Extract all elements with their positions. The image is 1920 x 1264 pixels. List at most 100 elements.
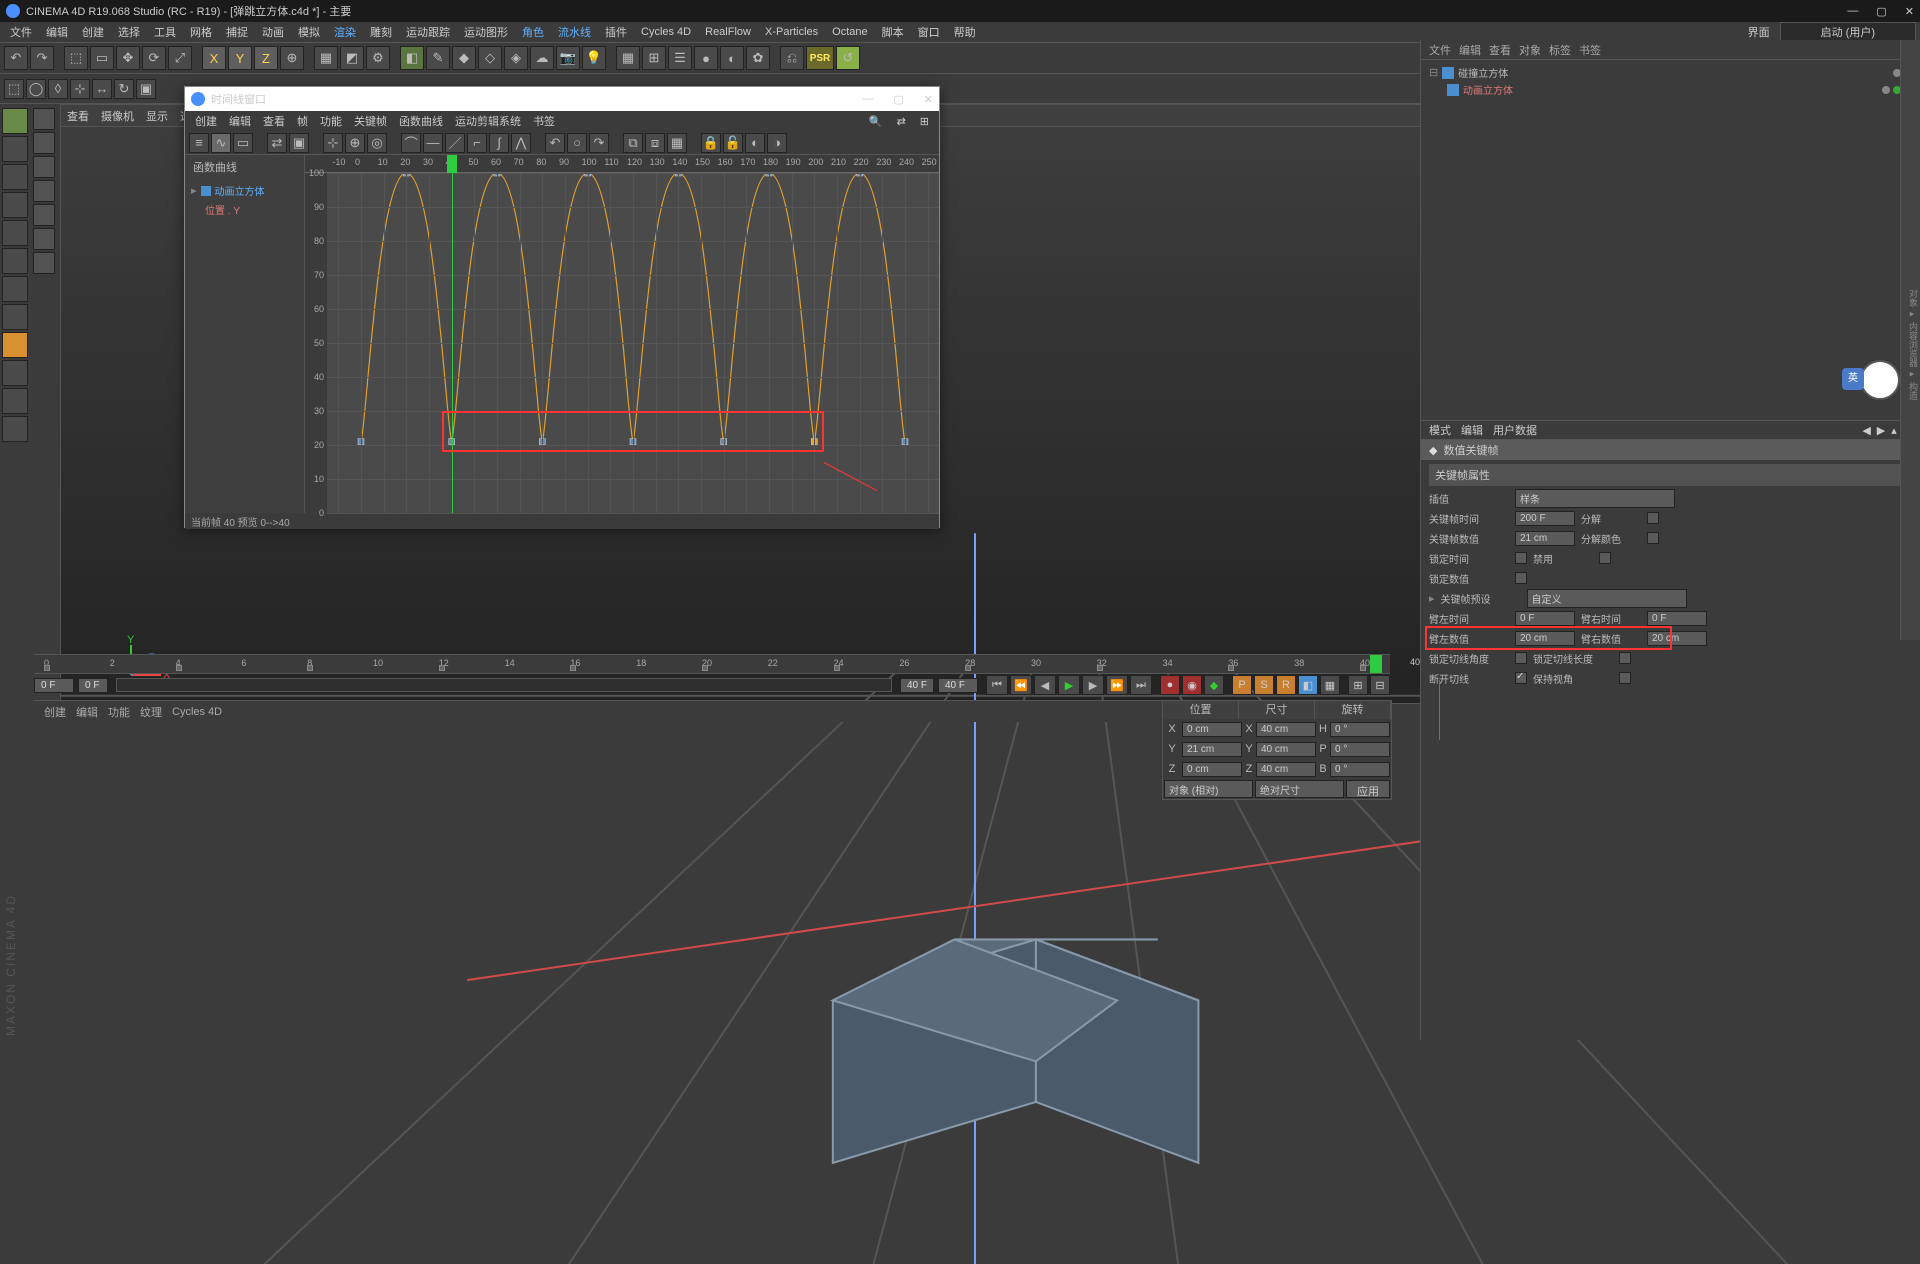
- undo-button[interactable]: ↶: [4, 46, 28, 70]
- vp-menu-display[interactable]: 显示: [146, 108, 168, 124]
- render-pv-button[interactable]: ◩: [340, 46, 364, 70]
- model-mode-button[interactable]: [2, 136, 28, 162]
- menu-13[interactable]: 角色: [516, 22, 550, 42]
- material-tab[interactable]: Cycles 4D: [172, 706, 222, 718]
- edge-mode-button[interactable]: [2, 248, 28, 274]
- attr-section-header[interactable]: 关键帧属性: [1429, 464, 1912, 486]
- coord-size-select[interactable]: 绝对尺寸: [1255, 780, 1344, 798]
- autokey-button[interactable]: ◉: [1182, 675, 1202, 695]
- sel-rot-button[interactable]: ↻: [114, 79, 134, 99]
- texture-mode-button[interactable]: [2, 164, 28, 190]
- prev-key-button[interactable]: ⏪: [1010, 675, 1032, 695]
- obj-menu-item[interactable]: 文件: [1429, 42, 1451, 58]
- floating-badge-icon[interactable]: [1860, 360, 1900, 400]
- sculpt-button[interactable]: ✿: [746, 46, 770, 70]
- char-button[interactable]: ☰: [668, 46, 692, 70]
- lasso-tool[interactable]: [33, 156, 55, 178]
- obj-menu-item[interactable]: 查看: [1489, 42, 1511, 58]
- sel-convert-button[interactable]: ▣: [136, 79, 156, 99]
- minimize-button[interactable]: —: [1847, 5, 1858, 18]
- attr-checkbox[interactable]: [1515, 652, 1527, 664]
- tl-frame-all-button[interactable]: ⊹: [323, 133, 343, 153]
- attr-nav-up[interactable]: ▴: [1891, 424, 1897, 437]
- scale-tool[interactable]: [33, 204, 55, 226]
- menu-14[interactable]: 流水线: [552, 22, 597, 42]
- tl-menu-item[interactable]: 创建: [191, 112, 221, 130]
- object-tree[interactable]: ⊟碰撞立方体动画立方体: [1421, 60, 1920, 420]
- scene-button[interactable]: ▦: [616, 46, 640, 70]
- select-live-button[interactable]: ⬚: [64, 46, 88, 70]
- coord-apply-button[interactable]: 应用: [1346, 780, 1390, 798]
- tl-mute-button[interactable]: ◐: [745, 133, 765, 153]
- tl-snap2-button[interactable]: ⧈: [645, 133, 665, 153]
- coord-size[interactable]: 40 cm: [1256, 742, 1316, 757]
- menu-6[interactable]: 捕捉: [220, 22, 254, 42]
- tl-opt-icon[interactable]: ⇄: [893, 114, 910, 129]
- timeline-window-header[interactable]: 时间线窗口 — ▢ ✕: [185, 87, 939, 111]
- render-view-button[interactable]: ▦: [314, 46, 338, 70]
- tl-solo-button[interactable]: ◑: [767, 133, 787, 153]
- psr-button[interactable]: PSR: [806, 46, 834, 70]
- attr-field[interactable]: 200 F: [1515, 511, 1575, 526]
- menu-21[interactable]: 窗口: [912, 22, 946, 42]
- tl-menu-item[interactable]: 关键帧: [350, 112, 391, 130]
- tl-opt2-button[interactable]: ⊟: [1370, 675, 1390, 695]
- attr-checkbox[interactable]: [1647, 512, 1659, 524]
- vp-menu-camera[interactable]: 摄像机: [101, 108, 134, 124]
- generator2-button[interactable]: ◇: [478, 46, 502, 70]
- tl-frame-sel-button[interactable]: ⊕: [345, 133, 365, 153]
- object-item[interactable]: 动画立方体: [1463, 82, 1513, 97]
- bottom-playhead[interactable]: [1370, 655, 1382, 673]
- tl-tangent-linear[interactable]: ／: [445, 133, 465, 153]
- coord-rot[interactable]: 0 °: [1330, 762, 1390, 777]
- obj-menu-item[interactable]: 对象: [1519, 42, 1541, 58]
- tl-search-icon[interactable]: 🔍: [865, 114, 887, 129]
- tl-lock2-button[interactable]: 🔓: [723, 133, 743, 153]
- sel-move-button[interactable]: ⊹: [70, 79, 90, 99]
- menu-2[interactable]: 创建: [76, 22, 110, 42]
- menu-3[interactable]: 选择: [112, 22, 146, 42]
- tl-tangent-step[interactable]: ⌐: [467, 133, 487, 153]
- menu-16[interactable]: Cycles 4D: [635, 24, 697, 40]
- tl-fcurve-button[interactable]: ∿: [211, 133, 231, 153]
- tl-menu-item[interactable]: 书签: [529, 112, 559, 130]
- keying-button[interactable]: ◆: [1204, 675, 1224, 695]
- tl-cycle-before[interactable]: ↶: [545, 133, 565, 153]
- attr-menu-edit[interactable]: 编辑: [1461, 422, 1483, 438]
- tl-dopesheet-button[interactable]: ≡: [189, 133, 209, 153]
- move-button[interactable]: ✥: [116, 46, 140, 70]
- obj-menu-item[interactable]: 标签: [1549, 42, 1571, 58]
- menu-20[interactable]: 脚本: [876, 22, 910, 42]
- timeline-scrollbar[interactable]: [116, 678, 892, 692]
- attr-menu-userdata[interactable]: 用户数据: [1493, 422, 1537, 438]
- environment-button[interactable]: ☁: [530, 46, 554, 70]
- tl-obj-name[interactable]: 动画立方体: [215, 183, 265, 198]
- attr-field[interactable]: 21 cm: [1515, 531, 1575, 546]
- y-axis-button[interactable]: Y: [228, 46, 252, 70]
- tl-tangent-break[interactable]: ⋀: [511, 133, 531, 153]
- takes-button[interactable]: ⎌: [780, 46, 804, 70]
- rect-tool[interactable]: [33, 132, 55, 154]
- coord-rot[interactable]: 0 °: [1330, 742, 1390, 757]
- menu-11[interactable]: 运动跟踪: [400, 22, 456, 42]
- axis-mode-button[interactable]: [2, 304, 28, 330]
- coord-pos[interactable]: 21 cm: [1182, 742, 1242, 757]
- coord-sys-button[interactable]: ⊕: [280, 46, 304, 70]
- goto-start-button[interactable]: ⏮: [986, 675, 1008, 695]
- attr-checkbox[interactable]: [1647, 532, 1659, 544]
- material-tab[interactable]: 创建: [44, 704, 66, 720]
- bottom-timeline-ruler[interactable]: 024681012141618202224262830323436384040 …: [34, 654, 1390, 674]
- menu-12[interactable]: 运动图形: [458, 22, 514, 42]
- next-key-button[interactable]: ⏩: [1106, 675, 1128, 695]
- menu-8[interactable]: 模拟: [292, 22, 326, 42]
- tl-cycle-after[interactable]: ↷: [589, 133, 609, 153]
- coord-rot[interactable]: 0 °: [1330, 722, 1390, 737]
- attr-checkbox[interactable]: [1515, 552, 1527, 564]
- brush-tool[interactable]: [33, 252, 55, 274]
- move-tool[interactable]: [33, 180, 55, 202]
- record-button[interactable]: ●: [1160, 675, 1180, 695]
- right-vertical-strip[interactable]: 对象 ▸ 内容浏览器 ▸ 构造: [1900, 40, 1920, 640]
- tl-snap3-button[interactable]: ▦: [667, 133, 687, 153]
- rotate-tool[interactable]: [33, 228, 55, 250]
- spline-pen-button[interactable]: ✎: [426, 46, 450, 70]
